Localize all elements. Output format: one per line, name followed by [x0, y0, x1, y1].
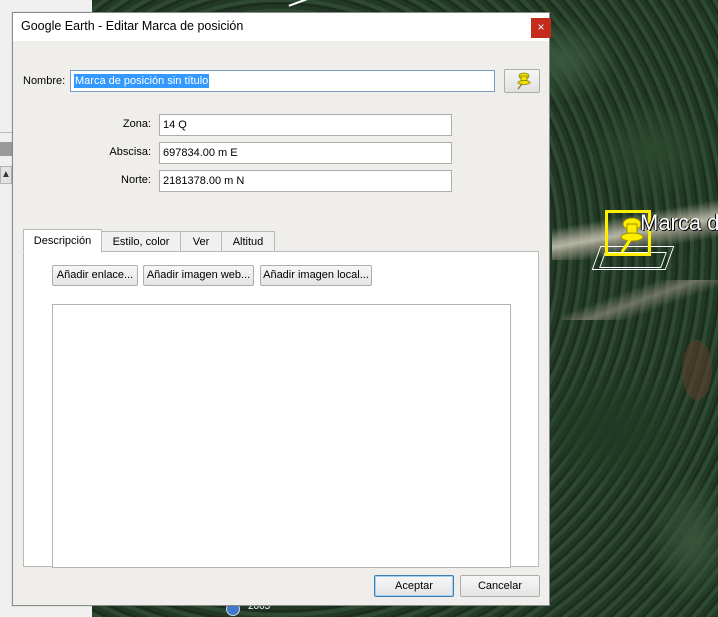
tab-description[interactable]: Descripción — [23, 229, 102, 253]
tab-style-color[interactable]: Estilo, color — [101, 231, 181, 253]
cancel-button[interactable]: Cancelar — [460, 575, 540, 597]
placemark-map-label[interactable]: Marca d — [640, 210, 718, 236]
add-link-button[interactable]: Añadir enlace... — [52, 265, 138, 286]
map-clearing — [682, 340, 712, 400]
placemark-icon-button[interactable] — [504, 69, 540, 93]
zone-label: Zona: — [122, 118, 151, 130]
description-textarea[interactable] — [52, 304, 511, 568]
close-button[interactable]: × — [531, 18, 551, 38]
zone-field[interactable]: 14 Q — [159, 114, 452, 136]
description-tab-panel: Añadir enlace... Añadir imagen web... Añ… — [23, 251, 539, 568]
easting-field[interactable]: 697834.00 m E — [159, 142, 452, 164]
edit-placemark-dialog: Google Earth - Editar Marca de posición … — [12, 12, 551, 606]
add-web-image-button[interactable]: Añadir imagen web... — [143, 265, 254, 286]
tab-view[interactable]: Ver — [180, 231, 222, 253]
tab-altitude[interactable]: Altitud — [221, 231, 275, 253]
dialog-title: Google Earth - Editar Marca de posición — [21, 19, 244, 33]
sidebar-grey-block — [0, 142, 12, 156]
sidebar-divider — [0, 132, 12, 133]
pushpin-icon — [517, 72, 531, 90]
dialog-titlebar[interactable]: Google Earth - Editar Marca de posición … — [13, 13, 551, 41]
northing-field[interactable]: 2181378.00 m N — [159, 170, 452, 192]
add-local-image-button[interactable]: Añadir imagen local... — [260, 265, 372, 286]
name-label: Nombre: — [23, 75, 66, 87]
northing-label: Norte: — [121, 174, 151, 186]
name-field[interactable]: Marca de posición sin título — [70, 70, 495, 92]
map-road-secondary — [562, 280, 718, 320]
easting-label: Abscisa: — [109, 146, 151, 158]
name-field-value: Marca de posición sin título — [74, 74, 210, 88]
accept-button[interactable]: Aceptar — [374, 575, 454, 597]
scroll-up-arrow-icon[interactable]: ▲ — [0, 166, 12, 184]
